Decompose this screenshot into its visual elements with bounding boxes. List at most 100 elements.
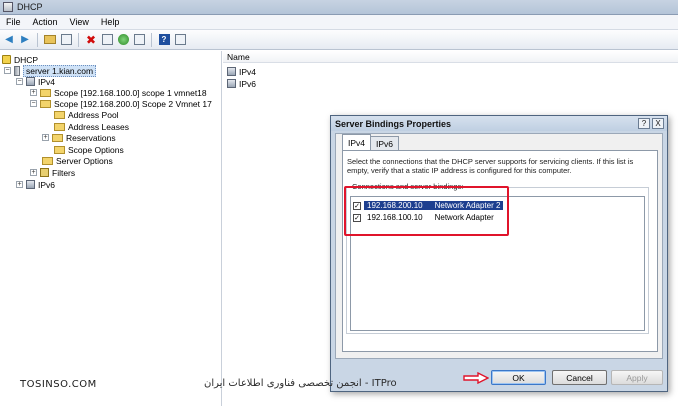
tree-label: Scope Options xyxy=(68,144,124,155)
tree-label: Scope [192.168.100.0] scope 1 vmnet18 xyxy=(54,87,207,98)
action-pane-icon[interactable] xyxy=(173,33,187,47)
folder-icon xyxy=(40,99,51,108)
tree-label: Scope [192.168.200.0] Scope 2 Vmnet 17 xyxy=(54,98,212,109)
tree-item-server-options[interactable]: Server Options xyxy=(42,155,113,166)
tab-ipv6[interactable]: IPv6 xyxy=(370,136,400,150)
expand-icon[interactable]: + xyxy=(30,169,37,176)
tree-item-scope-2[interactable]: − Scope [192.168.200.0] Scope 2 Vmnet 17 xyxy=(30,98,212,109)
toolbar-separator xyxy=(78,32,79,47)
binding-adapter: Network Adapter xyxy=(434,213,494,222)
binding-row-2[interactable]: ✓ 192.168.100.10 Network Adapter xyxy=(353,212,497,223)
bindings-description: Select the connections that the DHCP ser… xyxy=(347,157,634,175)
tree-item-scope-1[interactable]: + Scope [192.168.100.0] scope 1 vmnet18 xyxy=(30,87,207,98)
toolbar-separator xyxy=(37,32,38,47)
expand-icon[interactable]: + xyxy=(42,134,49,141)
tree-item-filters[interactable]: + Filters xyxy=(30,167,75,178)
export-list-icon[interactable] xyxy=(132,33,146,47)
collapse-icon[interactable]: − xyxy=(4,67,11,74)
dhcp-icon xyxy=(2,55,11,64)
binding-checkbox-2[interactable]: ✓ xyxy=(353,213,361,222)
tree-item-address-pool[interactable]: Address Pool xyxy=(54,109,119,120)
back-arrow-icon[interactable]: ◀ xyxy=(2,33,16,47)
toolbar: ◀ ▶ ✖ ? xyxy=(0,30,678,50)
up-folder-icon[interactable] xyxy=(43,33,57,47)
collapse-icon[interactable]: − xyxy=(16,78,23,85)
tab-strip: IPv4 IPv6 xyxy=(342,134,400,150)
window-title: DHCP xyxy=(17,2,43,12)
ipv4-icon xyxy=(26,77,35,86)
close-button[interactable]: X xyxy=(652,118,664,129)
console-tree: DHCP − server 1.kian.com − IPv4 + Scope … xyxy=(0,51,222,406)
binding-adapter: Network Adapter 2 xyxy=(434,201,501,210)
tree-label: Reservations xyxy=(66,132,116,143)
properties-icon[interactable] xyxy=(100,33,114,47)
binding-ip: 192.168.100.10 xyxy=(367,213,423,222)
expand-icon[interactable]: + xyxy=(16,181,23,188)
binding-text-1: 192.168.200.10 Network Adapter 2 xyxy=(364,201,504,210)
ipv6-icon xyxy=(26,180,35,189)
arrow-annotation-icon xyxy=(463,372,489,384)
binding-text-2: 192.168.100.10 Network Adapter xyxy=(364,213,497,222)
connections-group-label: Connections and server bindings: xyxy=(351,182,465,191)
menu-view[interactable]: View xyxy=(64,17,95,27)
tree-item-reservations[interactable]: + Reservations xyxy=(42,132,116,143)
expand-icon[interactable]: + xyxy=(30,89,37,96)
ipv6-icon xyxy=(227,79,236,88)
binding-row-1[interactable]: ✓ 192.168.200.10 Network Adapter 2 xyxy=(353,200,504,211)
tree-label: DHCP xyxy=(14,54,39,65)
tree-label: IPv6 xyxy=(38,179,56,190)
list-item-ipv4[interactable]: IPv4 xyxy=(227,66,256,77)
tab-ipv4[interactable]: IPv4 xyxy=(342,134,372,150)
binding-ip: 192.168.200.10 xyxy=(367,201,423,210)
dialog-body: IPv4 IPv6 Select the connections that th… xyxy=(335,133,663,359)
server-bindings-dialog: Server Bindings Properties ? X IPv4 IPv6… xyxy=(330,115,668,392)
menu-help[interactable]: Help xyxy=(95,17,126,27)
menu-file[interactable]: File xyxy=(0,17,27,27)
ipv4-icon xyxy=(227,67,236,76)
help-button[interactable]: ? xyxy=(638,118,650,129)
tree-item-server[interactable]: − server 1.kian.com xyxy=(4,64,97,77)
apply-button[interactable]: Apply xyxy=(611,370,663,385)
bindings-list[interactable]: ✓ 192.168.200.10 Network Adapter 2 ✓ 192… xyxy=(350,196,645,331)
filter-icon xyxy=(40,168,49,177)
list-item-label: IPv6 xyxy=(239,78,257,89)
column-header-name[interactable]: Name xyxy=(223,51,678,63)
delete-icon[interactable]: ✖ xyxy=(84,33,98,47)
tree-item-dhcp[interactable]: DHCP xyxy=(2,54,38,65)
ok-button[interactable]: OK xyxy=(491,370,546,385)
watermark-itpro: ITPro - انجمن تخصصی فناوری اطلاعات ایران xyxy=(204,378,397,389)
column-header-label: Name xyxy=(227,51,250,62)
tree-item-scope-options[interactable]: Scope Options xyxy=(54,144,124,155)
tree-label: IPv4 xyxy=(38,76,56,87)
binding-checkbox-1[interactable]: ✓ xyxy=(353,201,361,210)
refresh-icon[interactable] xyxy=(116,33,130,47)
tree-item-ipv4[interactable]: − IPv4 xyxy=(16,76,55,87)
show-hide-tree-icon[interactable] xyxy=(59,33,73,47)
menu-action[interactable]: Action xyxy=(27,17,64,27)
tree-label: server 1.kian.com xyxy=(23,64,97,77)
tree-item-ipv6[interactable]: + IPv6 xyxy=(16,179,55,190)
dialog-title-bar: Server Bindings Properties xyxy=(331,116,667,131)
connections-group: Connections and server bindings: ✓ 192.1… xyxy=(346,182,649,334)
folder-icon xyxy=(40,88,51,97)
collapse-icon[interactable]: − xyxy=(30,100,37,107)
toolbar-separator xyxy=(151,32,152,47)
tree-label: Filters xyxy=(52,167,76,178)
dialog-title-controls: ? X xyxy=(638,118,664,129)
folder-icon xyxy=(54,122,65,131)
tab-panel-ipv4: Select the connections that the DHCP ser… xyxy=(342,150,658,352)
folder-icon xyxy=(54,145,65,154)
dhcp-app-icon xyxy=(3,2,13,12)
cancel-button[interactable]: Cancel xyxy=(552,370,607,385)
help-icon[interactable]: ? xyxy=(157,33,171,47)
tree-label: Server Options xyxy=(56,155,113,166)
folder-icon xyxy=(54,110,65,119)
list-item-label: IPv4 xyxy=(239,66,257,77)
list-item-ipv6[interactable]: IPv6 xyxy=(227,78,256,89)
tree-label: Address Leases xyxy=(68,121,129,132)
dialog-title: Server Bindings Properties xyxy=(335,118,452,129)
menu-bar: File Action View Help xyxy=(0,15,678,30)
forward-arrow-icon[interactable]: ▶ xyxy=(18,33,32,47)
tree-item-address-leases[interactable]: Address Leases xyxy=(54,121,129,132)
folder-icon xyxy=(52,133,63,142)
